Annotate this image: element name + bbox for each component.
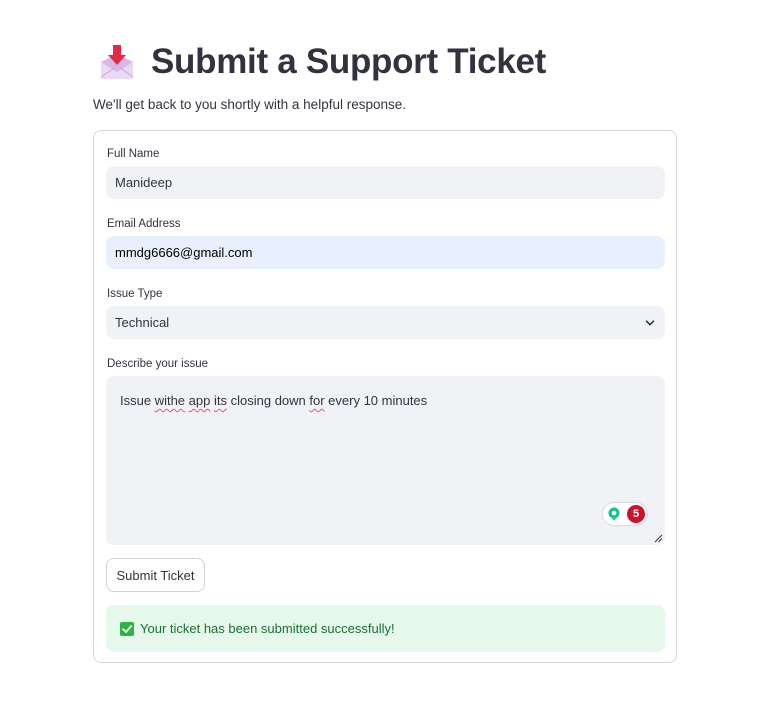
header: Submit a Support Ticket <box>97 40 546 84</box>
grammarly-icon <box>608 507 620 521</box>
full-name-label: Full Name <box>107 148 160 160</box>
page-subtitle: We'll get back to you shortly with a hel… <box>93 97 406 112</box>
issue-type-label: Issue Type <box>107 288 163 300</box>
misspelled-word: for <box>309 393 325 408</box>
email-label: Email Address <box>107 218 181 230</box>
email-value: mmdg6666@gmail.com <box>115 245 253 260</box>
success-alert: Your ticket has been submitted successfu… <box>106 605 665 652</box>
description-textarea[interactable]: Issue withe app its closing down for eve… <box>106 376 665 545</box>
grammarly-widget[interactable]: 5 <box>603 503 647 525</box>
support-ticket-form: Full Name Manideep Email Address mmdg666… <box>93 130 677 663</box>
grammarly-count-badge: 5 <box>627 505 645 523</box>
full-name-value: Manideep <box>115 175 173 190</box>
issue-type-value: Technical <box>115 315 170 330</box>
misspelled-word: withe <box>154 393 186 408</box>
success-message: Your ticket has been submitted successfu… <box>140 621 395 636</box>
chevron-down-icon[interactable] <box>644 317 656 329</box>
page-title: Submit a Support Ticket <box>151 42 547 81</box>
submit-ticket-button[interactable]: Submit Ticket <box>106 558 205 592</box>
page: Submit a Support Ticket We'll get back t… <box>0 0 757 708</box>
inbox-tray-icon <box>100 45 134 79</box>
description-label: Describe your issue <box>107 358 208 370</box>
misspelled-word: app <box>188 393 211 408</box>
full-name-input[interactable]: Manideep <box>106 166 665 199</box>
check-box-icon <box>120 621 134 636</box>
description-text: Issue withe app its closing down for eve… <box>120 393 427 408</box>
misspelled-word: its <box>214 393 227 408</box>
resize-handle-icon[interactable] <box>654 534 663 543</box>
issue-type-select[interactable]: Technical <box>106 306 665 339</box>
text-segment: closing down <box>227 393 310 408</box>
text-segment: Issue <box>120 393 155 408</box>
text-segment: every 10 minutes <box>324 393 428 408</box>
email-input[interactable]: mmdg6666@gmail.com <box>106 236 665 269</box>
